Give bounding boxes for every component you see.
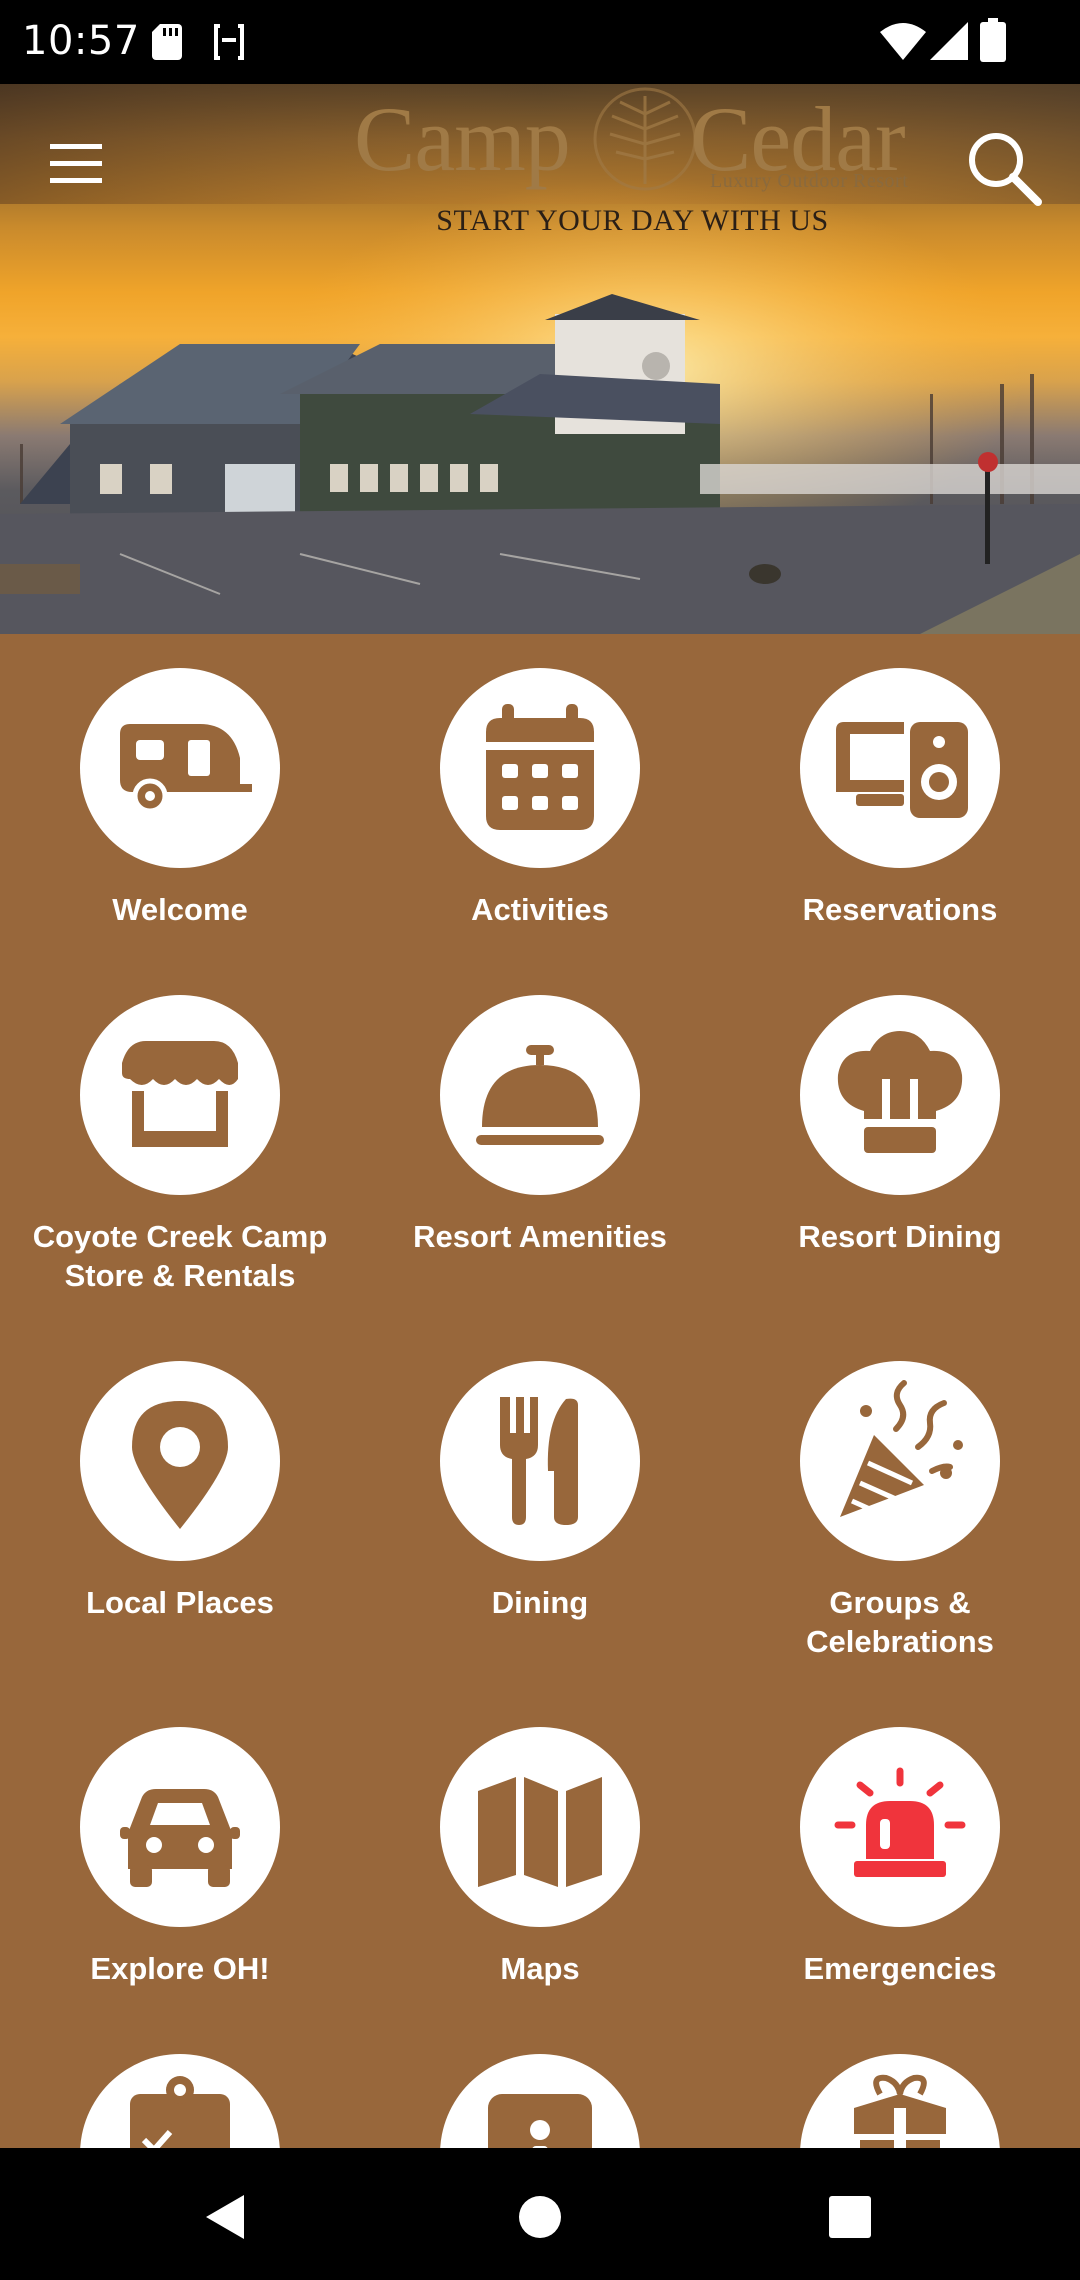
- wifi-icon: [880, 23, 926, 60]
- party-popper-icon: [840, 1380, 963, 1517]
- store-icon: [122, 1041, 238, 1147]
- camp-cedar-logo: Camp Cedar Luxury Outdoor Resort: [350, 84, 950, 214]
- tile-label: Activities: [471, 892, 609, 927]
- chef-hat-icon: [837, 1031, 963, 1153]
- sd-card-icon: [152, 24, 182, 60]
- tile-circle: [440, 1727, 640, 1927]
- tile-circle: [800, 1727, 1000, 1927]
- battery-icon: [980, 18, 1006, 62]
- tile-label: Dining: [491, 1585, 589, 1620]
- tile-circle: [800, 1361, 1000, 1561]
- calendar-icon: [486, 704, 594, 830]
- tile-circle: [80, 2054, 280, 2148]
- tile-circle: [800, 668, 1000, 868]
- android-nav-bar: [0, 2148, 1080, 2280]
- tile-label: Local Places: [86, 1585, 274, 1620]
- cedar-leaf-emblem-icon: [593, 87, 697, 191]
- tile-label: Resort Amenities: [413, 1219, 667, 1254]
- search-button[interactable]: [960, 124, 1050, 214]
- info-icon: [488, 2094, 592, 2148]
- tagline: START YOUR DAY WITH US: [436, 204, 829, 237]
- tile-label: Maps: [500, 1951, 580, 1986]
- tile-circle: [80, 995, 280, 1195]
- clipboard-check-icon: [130, 2076, 230, 2148]
- recents-button[interactable]: [815, 2182, 885, 2252]
- back-icon: [206, 2195, 244, 2239]
- folded-map-icon: [478, 1777, 602, 1887]
- siren-icon: [834, 1767, 966, 1877]
- hero-header: Camp Cedar Luxury Outdoor Resort START Y…: [0, 84, 1080, 634]
- hamburger-menu-icon: [50, 144, 102, 183]
- tile-label: Coyote Creek Camp Store & Rentals: [32, 1219, 328, 1293]
- menu-button[interactable]: [44, 136, 108, 192]
- car-icon: [120, 1789, 240, 1887]
- tile-circle: [440, 668, 640, 868]
- service-bell-icon: [476, 1045, 604, 1145]
- tile-circle: [80, 1361, 280, 1561]
- gift-icon: [854, 2074, 946, 2148]
- tile-label: Reservations: [802, 892, 998, 927]
- home-button[interactable]: [505, 2182, 575, 2252]
- tile-label: Resort Dining: [798, 1219, 1002, 1254]
- home-icon: [519, 2196, 561, 2238]
- search-icon: [969, 133, 1042, 206]
- status-time: 10:57: [22, 18, 140, 64]
- recents-icon: [829, 2196, 871, 2238]
- logo-subtitle: Luxury Outdoor Resort: [710, 170, 909, 192]
- menu-grid: Welcome Activities Reservations Coyote C…: [0, 634, 1080, 2148]
- tile-label: Emergencies: [803, 1951, 997, 1986]
- face-icon: [214, 22, 244, 62]
- tile-circle: [80, 668, 280, 868]
- tile-label: Welcome: [112, 892, 248, 927]
- tile-circle: [440, 2054, 640, 2148]
- camper-trailer-icon: [120, 724, 252, 814]
- tile-circle: [440, 1361, 640, 1561]
- devices-icon: [836, 722, 968, 818]
- logo-text-camp: Camp: [354, 88, 571, 190]
- back-button[interactable]: [190, 2182, 260, 2252]
- fork-knife-icon: [500, 1397, 578, 1525]
- tile-label: Explore OH!: [90, 1951, 270, 1986]
- tile-label: Groups & Celebrations: [806, 1585, 994, 1659]
- tile-circle: [800, 2054, 1000, 2148]
- tile-circle: [80, 1727, 280, 1927]
- map-pin-icon: [132, 1401, 228, 1529]
- tile-circle: [800, 995, 1000, 1195]
- signal-icon: [930, 22, 968, 60]
- status-bar: 10:57: [0, 0, 1080, 84]
- tile-circle: [440, 995, 640, 1195]
